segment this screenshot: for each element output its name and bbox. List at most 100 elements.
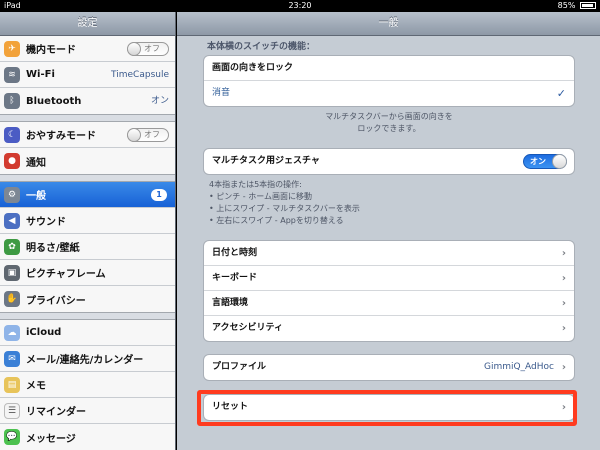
messages-icon: 💬 [4,429,20,445]
multitask-gesture-card: マルチタスク用ジェスチャ オン [203,148,575,175]
chevron-right-icon: › [561,323,566,334]
sidebar-item-messages[interactable]: 💬 メッセージ [0,424,175,450]
sidebar-item-label: おやすみモード [26,131,96,142]
row-label: マルチタスク用ジェスチャ [212,156,320,166]
side-switch-section-title: 本体横のスイッチの機能： [207,42,316,52]
flower-icon: ✿ [4,238,20,255]
wifi-icon: ≋ [4,66,20,83]
toggle-knob [127,128,141,142]
chevron-right-icon: › [561,248,566,259]
picture-frame-icon: ▣ [4,264,20,281]
profile-value: GimmiQ_AdHoc [483,362,554,372]
option-rotation-lock[interactable]: 画面の向きをロック [204,56,574,81]
wifi-network-value: TimeCapsule [111,70,169,80]
sidebar-item-privacy[interactable]: ✋ プライバシー [0,286,175,312]
sidebar-title: 設定 [0,12,175,36]
settings-sidebar: 設定 ✈ 機内モード オフ ≋ Wi-Fi TimeCapsule ᛒ Blue… [0,12,176,450]
general-options-card: 日付と時刻 › キーボード › 言語環境 › アクセシビリティ › [203,240,575,342]
sidebar-item-label: 一般 [26,191,46,202]
bluetooth-value: オン [150,96,169,106]
multitask-gesture-toggle[interactable]: オン [523,154,567,169]
row-profile[interactable]: プロファイル GimmiQ_AdHoc › [204,355,574,380]
sidebar-item-label: メモ [26,381,46,392]
sidebar-item-icloud[interactable]: ☁ iCloud [0,320,175,346]
mail-icon: ✉ [4,350,20,367]
sidebar-group-connectivity: ✈ 機内モード オフ ≋ Wi-Fi TimeCapsule ᛒ Bluetoo… [0,36,175,115]
checkmark-icon: ✓ [556,87,566,100]
multitask-gesture-row: マルチタスク用ジェスチャ オン [204,149,574,174]
note-line: • ピンチ - ホーム画面に移動 [209,192,312,201]
side-switch-options: 画面の向きをロック 消音 ✓ [203,55,575,107]
sidebar-item-label: 機内モード [26,45,76,56]
chevron-right-icon: › [561,298,566,309]
row-date-time[interactable]: 日付と時刻 › [204,241,574,266]
sidebar-item-reminders[interactable]: ☰ リマインダー [0,398,175,424]
notes-icon: ▤ [4,376,20,393]
note-line: • 左右にスワイプ - Appを切り替える [209,216,344,225]
sidebar-item-label: iCloud [26,327,62,338]
battery-icon [580,2,596,9]
sidebar-item-wifi[interactable]: ≋ Wi-Fi TimeCapsule [0,62,175,88]
toggle-knob [552,154,567,169]
battery-percent: 85% [557,1,576,10]
sidebar-item-label: プライバシー [26,295,86,307]
airplane-icon: ✈ [4,40,20,57]
sidebar-item-bluetooth[interactable]: ᛒ Bluetooth オン [0,88,175,114]
sidebar-item-airplane-mode[interactable]: ✈ 機内モード オフ [0,36,175,62]
row-label: プロファイル [212,362,267,372]
row-label: 言語環境 [212,298,249,308]
page-title: 一般 [177,12,600,36]
sidebar-item-mail[interactable]: ✉ メール/連絡先/カレンダー [0,346,175,372]
profile-card: プロファイル GimmiQ_AdHoc › [203,354,575,381]
gesture-note: 4本指または5本指の操作: • ピンチ - ホーム画面に移動 • 上にスワイプ … [209,179,360,227]
reminders-icon: ☰ [4,402,20,419]
hand-icon: ✋ [4,291,20,307]
sidebar-item-picture-frame[interactable]: ▣ ピクチャフレーム [0,260,175,286]
option-label: 消音 [212,88,231,98]
bluetooth-icon: ᛒ [4,93,20,109]
status-bar: iPad 23:20 85% [0,0,600,12]
note-line: ロックできます。 [357,124,421,133]
toggle-label: オン [530,157,546,166]
sidebar-item-label: メッセージ [26,433,76,445]
sidebar-item-label: リマインダー [26,407,86,418]
sidebar-item-notes[interactable]: ▤ メモ [0,372,175,398]
row-label: 日付と時刻 [212,248,258,258]
chevron-right-icon: › [561,362,566,373]
toggle-label: オフ [144,130,160,139]
airplane-mode-toggle[interactable]: オフ [127,42,169,56]
sidebar-item-general[interactable]: ⚙ 一般 1 [0,182,175,208]
status-time: 23:20 [288,1,312,10]
sound-icon: ◀ [4,212,20,229]
row-label: キーボード [212,273,258,283]
do-not-disturb-toggle[interactable]: オフ [127,128,169,142]
sidebar-item-label: サウンド [26,217,66,228]
update-badge: 1 [151,189,167,201]
sidebar-group-apps: ☁ iCloud ✉ メール/連絡先/カレンダー ▤ メモ ☰ リマインダー 💬… [0,319,175,450]
note-line: 4本指または5本指の操作: [209,180,302,189]
row-keyboard[interactable]: キーボード › [204,266,574,291]
sidebar-item-label: Bluetooth [26,95,82,107]
reset-highlight-box [197,390,577,426]
general-settings-pane: 一般 本体横のスイッチの機能： 画面の向きをロック 消音 ✓ マルチタスクバーか… [177,12,600,450]
sidebar-group-general: ⚙ 一般 1 ◀ サウンド ✿ 明るさ/壁紙 ▣ ピクチャフレーム ✋ プライバ… [0,181,175,313]
sidebar-item-sounds[interactable]: ◀ サウンド [0,208,175,234]
row-language[interactable]: 言語環境 › [204,291,574,316]
toggle-label: オフ [144,44,160,53]
sidebar-item-label: 通知 [26,157,46,169]
row-label: アクセシビリティ [212,323,284,333]
notification-icon: ● [4,153,20,169]
row-accessibility[interactable]: アクセシビリティ › [204,316,574,341]
sidebar-item-label: 明るさ/壁紙 [26,243,80,254]
battery-status: 85% [558,0,596,12]
sidebar-item-brightness-wallpaper[interactable]: ✿ 明るさ/壁紙 [0,234,175,260]
toggle-knob [127,42,141,56]
chevron-right-icon: › [561,273,566,284]
sidebar-item-do-not-disturb[interactable]: ☾ おやすみモード オフ [0,122,175,148]
sidebar-item-notifications[interactable]: ● 通知 [0,148,175,174]
cloud-icon: ☁ [4,324,20,341]
side-switch-note: マルチタスクバーから画面の向きを ロックできます。 [203,111,575,135]
sidebar-group-notifications: ☾ おやすみモード オフ ● 通知 [0,121,175,175]
moon-icon: ☾ [4,126,20,143]
option-mute[interactable]: 消音 ✓ [204,81,574,106]
